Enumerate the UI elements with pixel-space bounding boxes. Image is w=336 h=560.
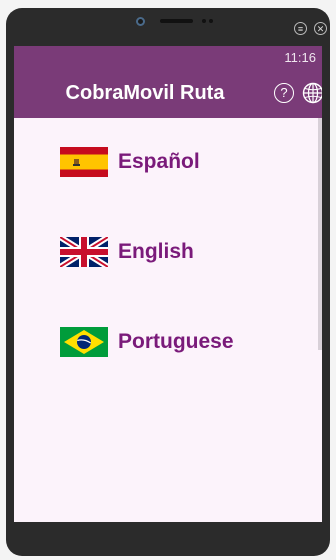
spain-flag-icon (60, 147, 108, 177)
globe-icon[interactable] (302, 82, 322, 104)
help-button[interactable]: ? (274, 83, 294, 103)
app-bar: 11:16 CobraMovil Ruta ? (14, 46, 322, 118)
sensor-dot (209, 19, 213, 23)
uk-flag-icon (60, 237, 108, 267)
language-option-spanish[interactable]: Español (60, 144, 200, 180)
emulator-menu-button[interactable]: ≡ (294, 22, 307, 35)
language-label: English (118, 240, 194, 263)
sensor-dot (202, 19, 206, 23)
language-option-portuguese[interactable]: Portuguese (60, 324, 234, 360)
language-option-english[interactable]: English (60, 234, 194, 270)
language-label: Portuguese (118, 330, 234, 353)
scrollbar[interactable] (318, 118, 322, 350)
status-time: 11:16 (284, 50, 316, 65)
emulator-close-button[interactable]: ✕ (314, 22, 327, 35)
device-frame: ≡ ✕ 11:16 CobraMovil Ruta ? Español Engl… (6, 8, 330, 556)
speaker-grille (160, 19, 193, 23)
language-label: Español (118, 150, 200, 173)
camera-icon (136, 17, 145, 26)
app-title: CobraMovil Ruta (65, 82, 225, 104)
app-screen: 11:16 CobraMovil Ruta ? Español English … (14, 46, 322, 522)
brazil-flag-icon (60, 327, 108, 357)
